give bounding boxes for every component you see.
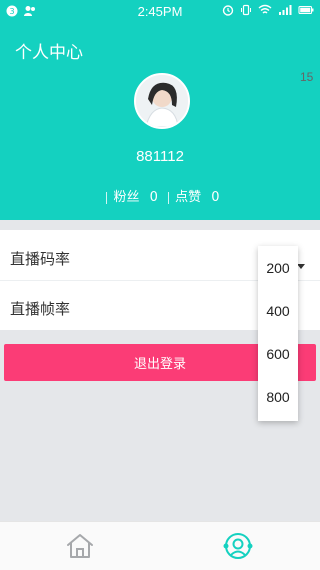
dropdown-option-200[interactable]: 200 <box>258 246 298 289</box>
framerate-label: 直播帧率 <box>10 300 71 318</box>
dropdown-option-800[interactable]: 800 <box>258 375 298 418</box>
profile-icon <box>223 533 253 559</box>
stats-divider <box>106 191 108 204</box>
dropdown-option-400[interactable]: 400 <box>258 289 298 332</box>
tab-home[interactable] <box>64 530 96 562</box>
fans-label: 粉丝 <box>113 190 140 205</box>
stats-divider <box>168 191 170 204</box>
avatar-photo-icon <box>136 75 188 127</box>
chevron-down-icon[interactable] <box>297 264 305 269</box>
signal-icon <box>279 5 292 15</box>
fans-count: 0 <box>149 190 158 205</box>
bitrate-label: 直播码率 <box>10 250 71 268</box>
avatar[interactable] <box>134 73 190 129</box>
page-title: 个人中心 <box>15 43 83 63</box>
profile-header: 个人中心 881112 粉丝 0 点赞 0 <box>0 24 320 220</box>
profile-stats: 粉丝 0 点赞 0 <box>0 186 320 205</box>
vibrate-icon <box>241 4 251 16</box>
likes-label: 点赞 <box>175 190 202 205</box>
dropdown-option-600[interactable]: 600 <box>258 332 298 375</box>
status-right-icons <box>222 4 314 16</box>
user-id: 881112 <box>136 148 184 165</box>
likes-count: 0 <box>211 190 220 205</box>
battery-icon <box>298 5 314 15</box>
wifi-icon <box>258 4 272 14</box>
framerate-value: 15 <box>300 70 314 84</box>
alarm-icon <box>222 5 234 16</box>
bottom-tab-bar <box>0 521 320 570</box>
tab-profile[interactable] <box>222 530 254 562</box>
bitrate-dropdown: 200 400 600 800 <box>258 246 298 421</box>
home-icon <box>67 534 93 558</box>
status-bar: 3 2:45PM <box>0 0 320 24</box>
